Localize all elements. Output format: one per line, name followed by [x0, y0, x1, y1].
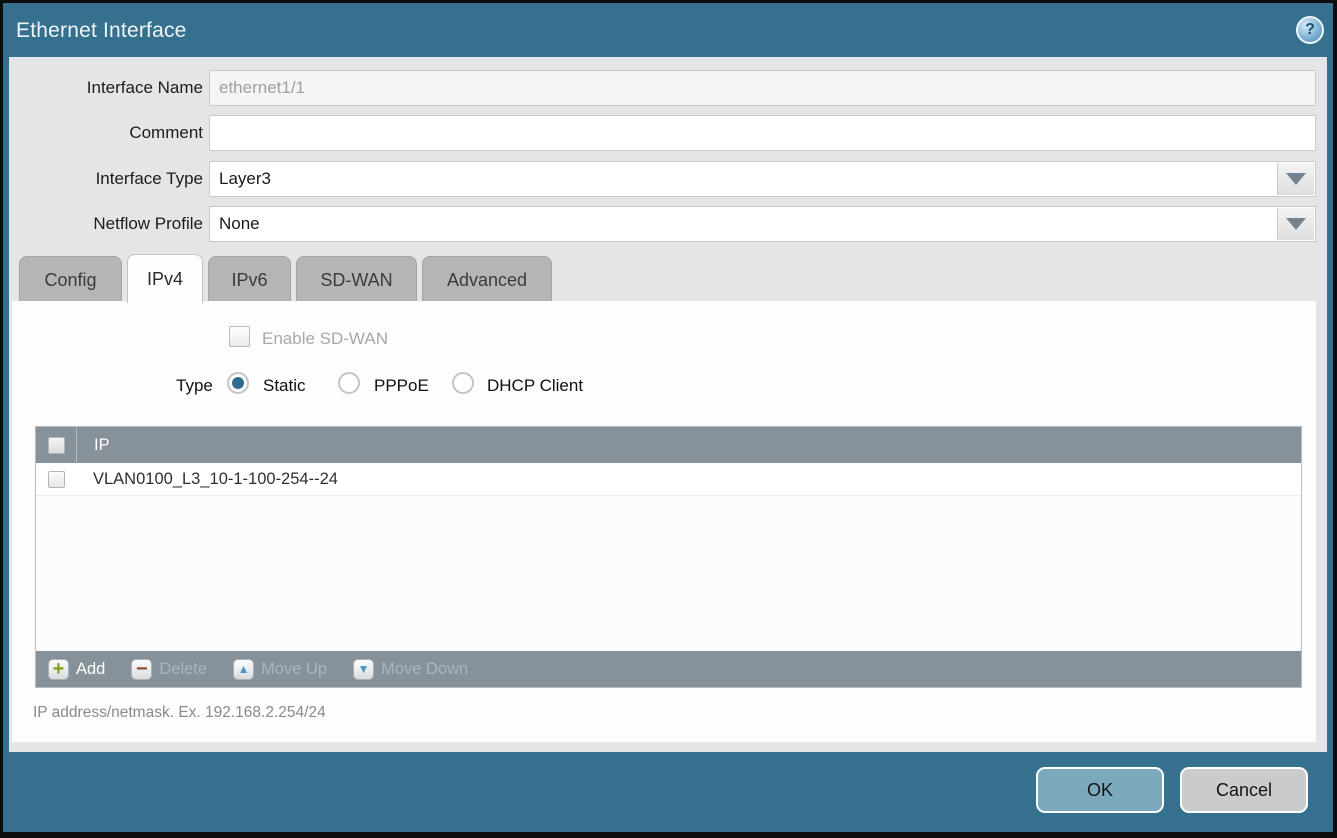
tab-ipv4[interactable]: IPv4	[127, 254, 203, 303]
tab-config-label: Config	[44, 270, 96, 291]
cancel-button[interactable]: Cancel	[1180, 767, 1308, 813]
tab-ipv4-label: IPv4	[147, 269, 183, 290]
radio-dhcp-client[interactable]	[452, 372, 474, 394]
interface-type-dropdown-button[interactable]	[1277, 163, 1314, 195]
cancel-button-label: Cancel	[1216, 780, 1272, 801]
tab-sdwan[interactable]: SD-WAN	[296, 256, 417, 303]
add-button[interactable]: + Add	[48, 659, 105, 680]
chevron-down-icon	[1286, 173, 1306, 185]
chevron-down-icon	[1286, 218, 1306, 230]
move-down-button[interactable]: ▼ Move Down	[353, 659, 468, 680]
tab-advanced-label: Advanced	[447, 270, 527, 291]
table-empty-area	[36, 496, 1301, 651]
radio-dhcp-client-label[interactable]: DHCP Client	[487, 376, 583, 396]
move-up-button[interactable]: ▲ Move Up	[233, 659, 327, 680]
ethernet-interface-dialog: Ethernet Interface ? Interface Name Comm…	[0, 0, 1337, 838]
ip-cell: VLAN0100_L3_10-1-100-254--24	[76, 470, 338, 489]
interface-name-input	[209, 70, 1316, 106]
ok-button[interactable]: OK	[1036, 767, 1164, 813]
table-row[interactable]: VLAN0100_L3_10-1-100-254--24	[36, 463, 1301, 496]
arrow-down-icon: ▼	[353, 659, 374, 680]
move-up-button-label: Move Up	[261, 660, 327, 679]
radio-static[interactable]	[227, 372, 249, 394]
plus-icon: +	[48, 659, 69, 680]
row-checkbox[interactable]	[48, 471, 65, 488]
netflow-profile-label: Netflow Profile	[0, 214, 203, 234]
interface-name-label: Interface Name	[0, 78, 203, 98]
ip-column-header: IP	[77, 436, 110, 455]
tab-advanced[interactable]: Advanced	[422, 256, 552, 303]
select-all-checkbox[interactable]	[48, 437, 65, 454]
interface-type-dropdown[interactable]: Layer3	[209, 161, 1316, 197]
ip-format-hint: IP address/netmask. Ex. 192.168.2.254/24	[33, 704, 326, 722]
enable-sdwan-label: Enable SD-WAN	[262, 329, 388, 349]
tab-sdwan-label: SD-WAN	[320, 270, 392, 291]
radio-pppoe[interactable]	[338, 372, 360, 394]
netflow-profile-value: None	[219, 214, 260, 234]
tab-config[interactable]: Config	[19, 256, 122, 303]
radio-static-label[interactable]: Static	[263, 376, 306, 396]
comment-input[interactable]	[209, 115, 1316, 151]
add-button-label: Add	[76, 660, 105, 679]
interface-type-label: Interface Type	[0, 169, 203, 189]
radio-dot-icon	[232, 377, 244, 389]
delete-button-label: Delete	[159, 660, 207, 679]
enable-sdwan-checkbox[interactable]	[229, 326, 250, 347]
interface-type-value: Layer3	[219, 169, 271, 189]
tab-ipv6-label: IPv6	[231, 270, 267, 291]
arrow-up-icon: ▲	[233, 659, 254, 680]
type-label: Type	[176, 376, 213, 396]
move-down-button-label: Move Down	[381, 660, 468, 679]
ip-table-header: IP	[36, 427, 1301, 463]
tab-bar: Config IPv4 IPv6 SD-WAN Advanced	[19, 254, 552, 303]
delete-button[interactable]: − Delete	[131, 659, 207, 680]
dialog-title: Ethernet Interface	[16, 19, 187, 43]
table-toolbar: + Add − Delete ▲ Move Up ▼ Move Down	[36, 651, 1301, 687]
ok-button-label: OK	[1087, 780, 1113, 801]
comment-label: Comment	[0, 123, 203, 143]
netflow-profile-dropdown[interactable]: None	[209, 206, 1316, 242]
minus-icon: −	[131, 659, 152, 680]
help-glyph: ?	[1305, 22, 1315, 38]
radio-pppoe-label[interactable]: PPPoE	[374, 376, 429, 396]
help-icon[interactable]: ?	[1296, 16, 1324, 44]
tab-ipv6[interactable]: IPv6	[208, 256, 291, 303]
netflow-profile-dropdown-button[interactable]	[1277, 208, 1314, 240]
ip-table: IP VLAN0100_L3_10-1-100-254--24 + Add − …	[35, 426, 1302, 688]
